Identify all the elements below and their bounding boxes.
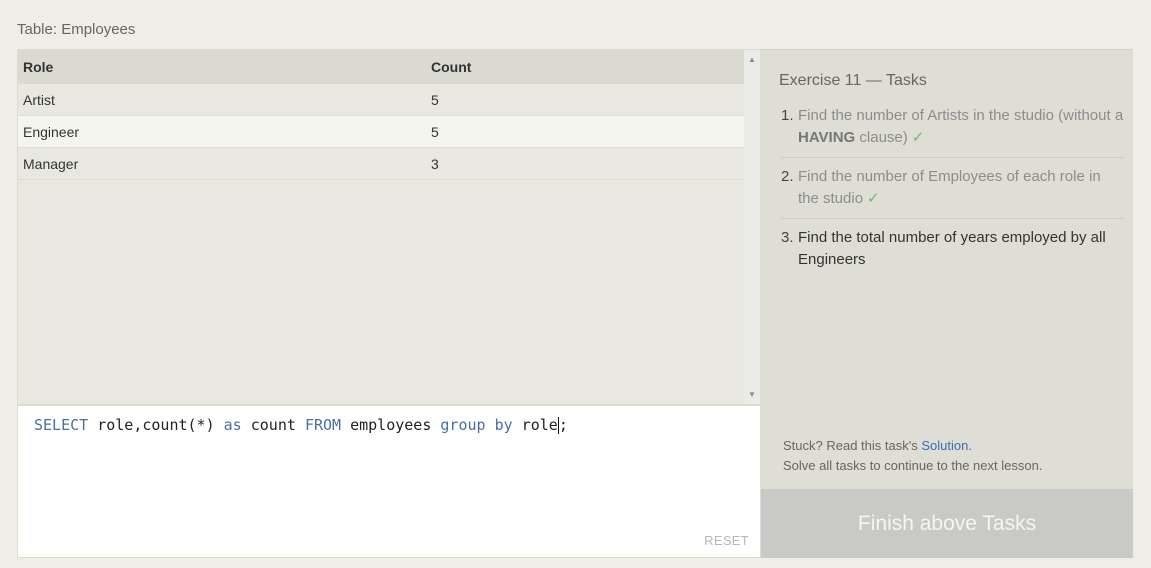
task-text-part: clause)	[855, 129, 908, 146]
continue-note: Solve all tasks to continue to the next …	[783, 458, 1043, 473]
sql-editor[interactable]: SELECT role,count(*) as count FROM emplo…	[17, 405, 761, 558]
stuck-prefix: Stuck? Read this task's	[783, 438, 922, 453]
table-caption: Table: Employees	[17, 21, 136, 38]
results-panel: Role Count Artist 5 Engineer 5 Manager 3…	[17, 49, 761, 405]
task-number: 3.	[781, 229, 794, 246]
sql-code[interactable]: SELECT role,count(*) as count FROM emplo…	[34, 416, 568, 434]
cell-role: Artist	[18, 84, 426, 116]
task-text: Find the number of Artists in the studio…	[798, 105, 1125, 149]
cell-role: Manager	[18, 147, 426, 180]
table-header-row: Role Count	[18, 50, 745, 84]
sql-text: role	[512, 416, 558, 434]
sql-keyword: SELECT	[34, 416, 89, 434]
results-scrollbar[interactable]: ▲ ▼	[744, 50, 760, 404]
tasks-panel: Exercise 11 — Tasks 1. Find the number o…	[761, 49, 1133, 489]
tasks-title: Exercise 11 — Tasks	[779, 72, 927, 89]
sql-keyword: as	[223, 416, 242, 434]
sql-keyword: FROM	[304, 416, 342, 434]
sql-keyword: by	[494, 416, 513, 434]
stuck-suffix: .	[968, 438, 972, 453]
scroll-down-icon[interactable]: ▼	[744, 390, 760, 399]
scroll-up-icon[interactable]: ▲	[744, 55, 760, 64]
help-text: Stuck? Read this task's Solution. Solve …	[783, 436, 1042, 476]
task-text-bold: HAVING	[798, 129, 856, 146]
task-text: Find the number of Employees of each rol…	[798, 166, 1125, 210]
cell-count: 5	[426, 84, 745, 116]
sql-text: count	[241, 416, 305, 434]
column-header-role: Role	[18, 50, 426, 84]
task-number: 2.	[781, 168, 794, 185]
column-header-count: Count	[426, 50, 745, 84]
results-table: Role Count Artist 5 Engineer 5 Manager 3	[18, 50, 745, 180]
task-item: 3. Find the total number of years employ…	[781, 227, 1125, 279]
task-text: Find the total number of years employed …	[798, 229, 1106, 268]
table-row: Artist 5	[18, 84, 745, 116]
cell-role: Engineer	[18, 115, 426, 148]
table-row: Manager 3	[18, 147, 745, 180]
task-text-part: Find the number of Employees of each rol…	[798, 168, 1101, 207]
task-item: 2. Find the number of Employees of each …	[781, 166, 1125, 219]
checkmark-icon: ✓	[867, 190, 880, 207]
cell-count: 5	[426, 115, 745, 148]
sql-text: ;	[558, 416, 568, 434]
task-number: 1.	[781, 107, 794, 124]
checkmark-icon: ✓	[911, 129, 925, 146]
cell-count: 3	[426, 147, 745, 180]
table-row: Engineer 5	[18, 115, 745, 148]
reset-button[interactable]: RESET	[704, 533, 749, 548]
sql-text: role,count(*)	[88, 416, 224, 434]
task-text-part: Find the number of Artists in the studio…	[798, 107, 1124, 124]
sql-keyword: group	[440, 416, 486, 434]
sql-text: employees	[341, 416, 441, 434]
task-item: 1. Find the number of Artists in the stu…	[781, 105, 1125, 158]
task-list: 1. Find the number of Artists in the stu…	[781, 105, 1125, 287]
solution-link[interactable]: Solution	[921, 438, 968, 453]
finish-tasks-button[interactable]: Finish above Tasks	[761, 489, 1133, 558]
